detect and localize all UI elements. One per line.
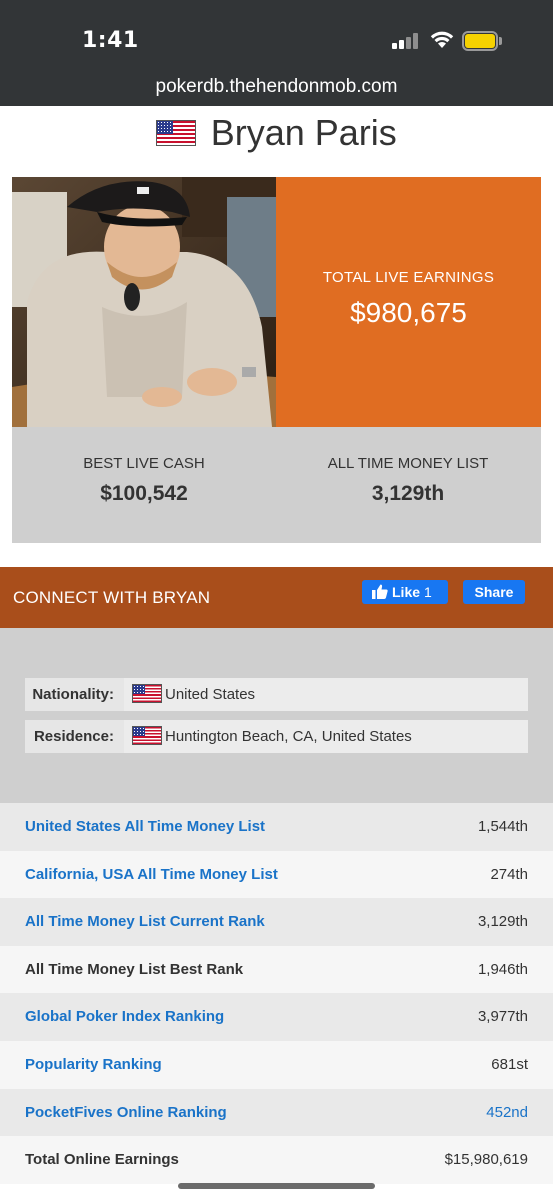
ranking-label-link[interactable]: Popularity Ranking <box>25 1041 162 1089</box>
ranking-label-link[interactable]: PocketFives Online Ranking <box>25 1089 227 1137</box>
cellular-signal-icon <box>392 33 420 49</box>
ranking-label-link[interactable]: United States All Time Money List <box>25 803 265 851</box>
player-photo <box>12 177 276 427</box>
residence-value: Huntington Beach, CA, United States <box>165 728 412 745</box>
us-flag-icon <box>156 120 197 146</box>
us-flag-icon <box>132 726 162 746</box>
all-time-money-list-label: ALL TIME MONEY LIST <box>327 455 489 472</box>
table-row: California, USA All Time Money List 274t… <box>0 850 553 899</box>
total-live-earnings-value: $980,675 <box>350 297 467 328</box>
ranking-label: Total Online Earnings <box>25 1151 179 1169</box>
browser-top-bar: 1:41 pokerdb.thehendonmob.com <box>0 0 553 106</box>
best-live-cash-stat: BEST LIVE CASH $100,542 <box>12 427 276 543</box>
nationality-row: Nationality: United States <box>25 678 528 711</box>
nationality-value: United States <box>165 686 256 703</box>
thumbs-up-icon <box>372 584 388 600</box>
best-live-cash-value: $100,542 <box>100 482 188 505</box>
connect-bar: CONNECT WITH BRYAN Like 1 Share <box>0 567 553 628</box>
table-row: United States All Time Money List 1,544t… <box>0 803 553 851</box>
table-row: Popularity Ranking 681st <box>0 1041 553 1089</box>
profile-card: TOTAL LIVE EARNINGS $980,675 BEST LIVE C… <box>12 177 541 543</box>
ranking-value: 274th <box>490 865 528 883</box>
like-count: 1 <box>424 584 432 600</box>
nationality-value-wrap: United States <box>132 678 255 711</box>
all-time-money-list-value: 3,129th <box>371 482 445 505</box>
address-bar-url[interactable]: pokerdb.thehendonmob.com <box>0 76 553 98</box>
nationality-label: Nationality: <box>25 678 124 711</box>
home-indicator[interactable] <box>178 1183 375 1189</box>
all-time-money-list-stat: ALL TIME MONEY LIST 3,129th <box>276 427 540 543</box>
table-row: All Time Money List Current Rank 3,129th <box>0 898 553 946</box>
best-live-cash-label: BEST LIVE CASH <box>83 455 205 472</box>
status-time: 1:41 <box>82 28 139 53</box>
player-info-block: Nationality: United States Residence: Hu… <box>0 628 553 803</box>
player-name: Bryan Paris <box>210 112 397 153</box>
battery-icon <box>462 31 502 51</box>
us-flag-icon <box>132 684 162 704</box>
ranking-value: $15,980,619 <box>444 1151 528 1169</box>
connect-title: CONNECT WITH BRYAN <box>13 588 211 607</box>
table-row: Global Poker Index Ranking 3,977th <box>0 993 553 1041</box>
residence-row: Residence: Huntington Beach, CA, United … <box>25 720 528 753</box>
ranking-label-link[interactable]: All Time Money List Current Rank <box>25 898 265 946</box>
facebook-like-button[interactable]: Like 1 <box>362 580 448 604</box>
residence-label: Residence: <box>25 720 124 753</box>
ranking-value-link[interactable]: 452nd <box>486 1089 528 1137</box>
like-label: Like <box>392 584 421 600</box>
ranking-value: 681st <box>491 1056 528 1073</box>
ranking-label-link[interactable]: Global Poker Index Ranking <box>25 993 224 1041</box>
ranking-value: 3,977th <box>477 1008 528 1026</box>
table-row: PocketFives Online Ranking 452nd <box>0 1088 553 1137</box>
wifi-icon <box>430 31 454 48</box>
ranking-value: 1,544th <box>477 818 528 835</box>
ranking-label: All Time Money List Best Rank <box>25 960 244 978</box>
ranking-label-link[interactable]: California, USA All Time Money List <box>25 851 278 899</box>
facebook-share-button[interactable]: Share <box>463 580 525 604</box>
total-live-earnings-box: TOTAL LIVE EARNINGS $980,675 <box>276 177 541 427</box>
total-live-earnings-label: TOTAL LIVE EARNINGS <box>322 269 495 286</box>
table-row: Total Online Earnings $15,980,619 <box>0 1136 553 1184</box>
player-header: Bryan Paris <box>0 112 553 164</box>
residence-value-wrap: Huntington Beach, CA, United States <box>132 720 412 753</box>
ranking-value: 3,129th <box>477 913 528 931</box>
ranking-value: 1,946th <box>477 960 528 978</box>
table-row: All Time Money List Best Rank 1,946th <box>0 945 553 994</box>
